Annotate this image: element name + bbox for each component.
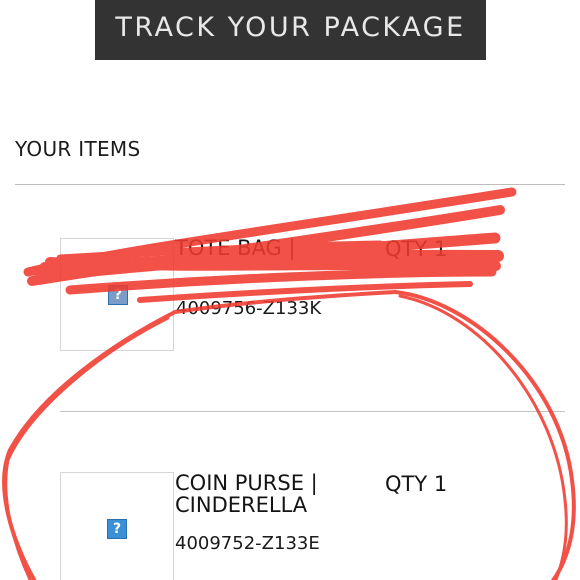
item-name-tote-bag[interactable]: TOTE BAG | [175,237,296,259]
item-sku-coin-purse: 4009752-Z133E [175,533,320,554]
item-sku-tote-bag: 4009756-Z133K [176,298,322,319]
your-items-heading: YOUR ITEMS [15,137,141,161]
item-qty-tote-bag: QTY 1 [385,237,448,261]
item-thumbnail-coin-purse[interactable]: ? [60,472,174,580]
broken-image-icon: ? [107,519,127,539]
track-package-button[interactable]: TRACK YOUR PACKAGE [95,0,486,60]
broken-image-icon: ? [108,285,128,305]
circle-stroke [398,294,568,580]
item-divider [60,411,565,412]
section-divider [15,184,565,185]
item-name-coin-purse[interactable]: COIN PURSE | CINDERELLA [175,472,375,516]
item-qty-coin-purse: QTY 1 [385,472,448,496]
circle-stroke [393,290,576,580]
item-thumbnail-tote-bag[interactable]: ? [60,238,174,351]
